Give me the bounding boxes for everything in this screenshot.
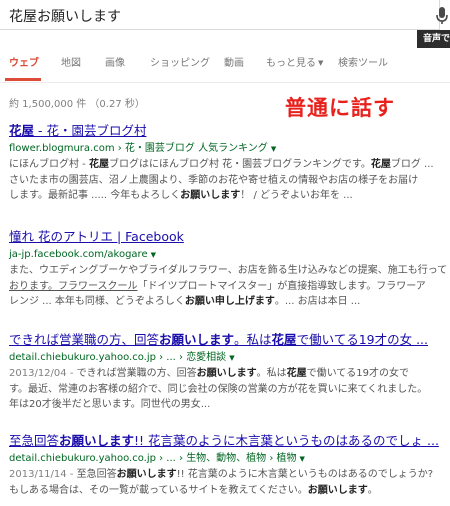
text-segment: す。最近、常連のお客様の紹介で、同じ会社の保険の営業の方が花を買いに来てくれまし…	[9, 383, 428, 395]
result-title[interactable]: できれば営業職の方、回答お願いします。私は花屋で働いてる19才の女 ...	[9, 331, 441, 348]
text-segment: さいたま市の園芸店、沼ノ上農園より、季節のお花や寄せ植えの情報やお店の様子をお届…	[9, 174, 419, 186]
text-segment: !! 花言葉のように木言葉というものはあるのでしょ ...	[134, 433, 439, 448]
snippet-line: また、ウエディングブーケやブライダルフラワー、お店を飾る生け込みなどの提案、施工…	[9, 263, 447, 279]
result-title[interactable]: 憧れ 花のアトリエ | Facebook	[9, 228, 441, 245]
highlighted-term: お願いします	[196, 368, 257, 379]
text-segment: で働いてる19才の女 ...	[296, 332, 428, 347]
snippet-line: もしある場合は、その一覧が載っているサイトを教えてください。お願いします。	[9, 483, 441, 499]
text-segment: !! 花言葉のように木言葉というものはあるのでしょうか?	[176, 469, 434, 480]
snippet-line: おります。フラワースクール「ドイツプロートマイスター」が直接指導致します。フラワ…	[9, 279, 441, 295]
snippet-line: す。最近、常連のお客様の紹介で、同じ会社の保険の営業の方が花を買いに来てくれまし…	[9, 382, 441, 398]
search-result: 憧れ 花のアトリエ | Facebook ja-jp.facebook.com/…	[9, 228, 447, 310]
text-segment: で働いてる19才の女で	[306, 368, 410, 379]
text-segment: ブログはにほんブログ村 花・園芸ブログランキングです。	[108, 159, 371, 170]
snippet-line: 2013/11/14 - 至急回答お願いします!! 花言葉のように木言葉というも…	[9, 467, 441, 483]
result-url-text: detail.chiebukuro.yahoo.co.jp › ... › 生物…	[9, 453, 297, 464]
snippet-line: 2013/12/04 - できれば営業職の方、回答お願いします。私は花屋で働いて…	[9, 366, 441, 382]
result-snippet: 2013/11/14 - 至急回答お願いします!! 花言葉のように木言葉というも…	[9, 467, 441, 498]
result-url-text: detail.chiebukuro.yahoo.co.jp › ... › 恋愛…	[9, 352, 227, 363]
highlighted-term: お願いします	[59, 433, 135, 448]
tab-maps[interactable]: 地図	[61, 54, 81, 69]
text-segment: 。	[367, 484, 378, 496]
text-segment: 憧れ 花のアトリエ | Facebook	[9, 229, 184, 244]
snippet-line: にほんブログ村 - 花屋ブログはにほんブログ村 花・園芸ブログランキングです。花…	[9, 157, 441, 173]
text-segment: もしある場合は、その一覧が載っているサイトを教えてください。	[9, 484, 308, 496]
highlighted-term: 花屋	[88, 159, 109, 170]
highlighted-term: お願いします	[180, 190, 241, 201]
url-dropdown-icon[interactable]: ▼	[151, 251, 156, 259]
search-tabs: ウェブ 地図 画像 ショッピング 動画 もっと見る ▼ 検索ツール	[0, 52, 450, 83]
result-url-text: ja-jp.facebook.com/akogare	[9, 249, 148, 260]
tab-web[interactable]: ウェブ	[9, 54, 39, 69]
tab-videos[interactable]: 動画	[224, 54, 244, 69]
tab-search-tools[interactable]: 検索ツール	[338, 54, 388, 69]
text-segment: できれば営業職の方、回答	[9, 332, 160, 347]
search-bar: 花屋お願いします 音声で	[0, 0, 450, 48]
result-date: 2013/11/14 -	[9, 469, 77, 480]
text-segment: ブログ ...	[390, 159, 434, 170]
highlighted-term: お願いします	[307, 484, 368, 496]
url-dropdown-icon[interactable]: ▼	[271, 145, 276, 153]
result-title[interactable]: 花屋 - 花・園芸ブログ村	[9, 122, 441, 139]
result-url[interactable]: detail.chiebukuro.yahoo.co.jp › ... › 生物…	[9, 452, 441, 466]
snippet-line: します。最新記事 ..... 今年もよろしくお願いします！ / どうぞよいお年を…	[9, 188, 441, 204]
text-segment: できれば営業職の方、回答	[76, 368, 197, 379]
result-stats: 約 1,500,000 件 （0.27 秒）	[9, 99, 145, 110]
result-snippet: にほんブログ村 - 花屋ブログはにほんブログ村 花・園芸ブログランキングです。花…	[9, 157, 441, 204]
highlighted-term: 花屋	[370, 159, 391, 170]
voice-search-tooltip: 音声で	[417, 30, 450, 48]
search-result: できれば営業職の方、回答お願いします。私は花屋で働いてる19才の女 ... de…	[9, 331, 441, 413]
snippet-line: レンジ ... 本年も同様、どうぞよろしくお願い申し上げます。... お店は本日…	[9, 294, 441, 310]
search-result: 至急回答お願いします!! 花言葉のように木言葉というものはあるのでしょ ... …	[9, 432, 441, 498]
search-query-text: 花屋お願いします	[9, 9, 121, 25]
highlighted-term: お願い申し上げます	[184, 296, 275, 307]
result-snippet: また、ウエディングブーケやブライダルフラワー、お店を飾る生け込みなどの提案、施工…	[9, 263, 447, 310]
snippet-line: さいたま市の園芸店、沼ノ上農園より、季節のお花や寄せ植えの情報やお店の様子をお届…	[9, 173, 441, 189]
text-segment: 。私は	[256, 368, 287, 379]
highlighted-term: 花屋	[9, 123, 35, 138]
highlighted-term: お願いします	[159, 332, 235, 347]
highlighted-term: 花屋	[286, 368, 307, 379]
highlighted-term: お願いします	[116, 469, 177, 480]
tab-more-label: もっと見る	[266, 58, 316, 69]
search-result: 花屋 - 花・園芸ブログ村 flower.blogmura.com › 花・園芸…	[9, 122, 441, 204]
result-snippet: 2013/12/04 - できれば営業職の方、回答お願いします。私は花屋で働いて…	[9, 366, 441, 413]
text-segment: します。最新記事 ..... 今年もよろしく	[9, 190, 181, 201]
text-segment: 至急回答	[9, 433, 60, 448]
text-segment: おります。フラワースクール	[9, 280, 138, 292]
text-segment: 「ドイツプロートマイスター」が直接指導致します。フラワーア	[137, 280, 426, 292]
result-url-text: flower.blogmura.com › 花・園芸ブログ 人気ランキング	[9, 143, 268, 154]
text-segment: 。... お店は本日 ...	[274, 296, 361, 307]
search-input[interactable]: 花屋お願いします	[0, 0, 440, 30]
result-title[interactable]: 至急回答お願いします!! 花言葉のように木言葉というものはあるのでしょ ...	[9, 432, 441, 449]
highlighted-term: 花屋	[271, 332, 297, 347]
result-url[interactable]: ja-jp.facebook.com/akogare ▼	[9, 248, 441, 262]
result-date: 2013/12/04 -	[9, 368, 77, 379]
text-segment: 至急回答	[76, 469, 117, 480]
url-dropdown-icon[interactable]: ▼	[229, 354, 234, 362]
chevron-down-icon: ▼	[318, 59, 324, 67]
tab-images[interactable]: 画像	[105, 54, 125, 69]
result-url[interactable]: flower.blogmura.com › 花・園芸ブログ 人気ランキング ▼	[9, 142, 441, 156]
result-url[interactable]: detail.chiebukuro.yahoo.co.jp › ... › 恋愛…	[9, 351, 441, 365]
url-dropdown-icon[interactable]: ▼	[300, 455, 305, 463]
text-segment: - 花・園芸ブログ村	[34, 123, 147, 138]
tab-shopping[interactable]: ショッピング	[150, 54, 210, 69]
annotation-text: 普通に話す	[285, 96, 395, 120]
text-segment: 年は20才後半だと思います。同世代の男女...	[9, 399, 211, 410]
text-segment: レンジ ... 本年も同様、どうぞよろしく	[9, 296, 185, 307]
microphone-icon[interactable]	[436, 7, 448, 25]
snippet-line: 年は20才後半だと思います。同世代の男女...	[9, 397, 441, 413]
text-segment: また、ウエディングブーケやブライダルフラワー、お店を飾る生け込みなどの提案、施工…	[9, 265, 448, 276]
active-tab-indicator	[5, 78, 41, 81]
text-segment: にほんブログ村 -	[9, 159, 89, 170]
text-segment: ！ / どうぞよいお年を ...	[240, 190, 353, 201]
tab-more[interactable]: もっと見る ▼	[266, 54, 323, 69]
text-segment: 。私は	[234, 332, 272, 347]
